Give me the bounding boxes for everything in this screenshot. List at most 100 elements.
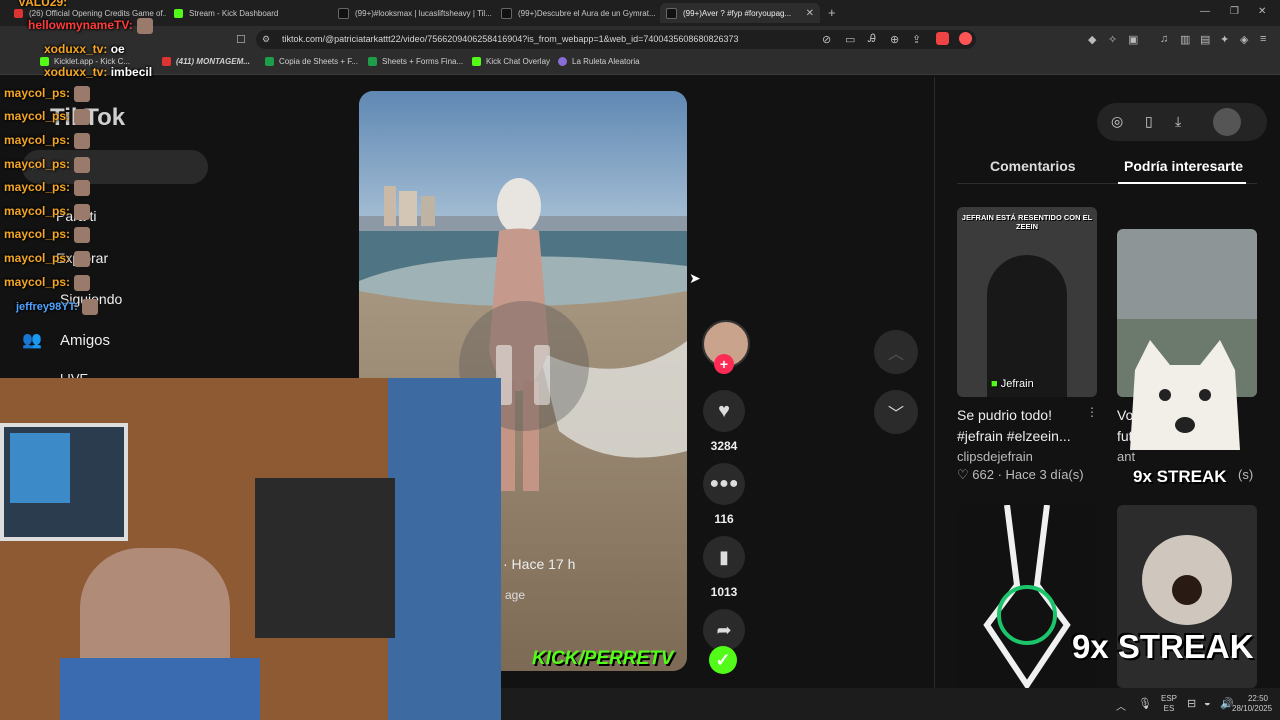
tv-screen (10, 433, 70, 503)
pop-cat-overlay (1120, 340, 1250, 465)
tab-label: (99+)Descubre el Aura de un Gymrat... (518, 8, 655, 18)
emote-icon (74, 251, 91, 267)
emote-icon (74, 204, 91, 220)
sidebar-item-amigos[interactable]: Amigos (60, 332, 110, 349)
tab-active[interactable]: (99+)Aver ? #fyp #foryoupag... ✕ (660, 3, 820, 23)
extension-icon[interactable]: ◆ (1088, 33, 1096, 46)
music-icon[interactable]: ♫ (1160, 33, 1168, 45)
video-card-thumb[interactable]: JEFRAIN ESTÁ RESENTIDO CON EL ZEEIN ■ Je… (957, 207, 1097, 397)
site-info-icon[interactable]: ⚙ (262, 34, 270, 45)
chevron-up-icon: ︿ (887, 346, 904, 363)
brave-shield-icon[interactable] (936, 32, 949, 45)
no-track-icon[interactable]: ⊘ (822, 33, 831, 46)
webcam-clothes (255, 478, 395, 638)
friends-icon: 👥 (22, 332, 42, 349)
thumb-caption: JEFRAIN ESTÁ RESENTIDO CON EL ZEEIN (961, 213, 1093, 231)
like-count: 3284 (710, 439, 738, 453)
tiktok-icon (501, 7, 512, 19)
streak-small: 9x STREAK (1133, 467, 1227, 486)
minimize-icon[interactable]: — (1200, 6, 1210, 17)
zoom-icon[interactable]: ⊕ (890, 33, 899, 46)
tray-chevron-icon[interactable]: ︿ (1116, 698, 1126, 713)
next-video-button[interactable]: ﹀ (874, 390, 918, 434)
comment-button[interactable]: ●●● (703, 463, 745, 505)
verified-check-icon: ✓ (709, 646, 737, 674)
tab-2[interactable]: Stream - Kick Dashboard (168, 3, 328, 23)
profile-avatar[interactable] (1213, 108, 1241, 136)
comment-icon: ●●● (709, 475, 739, 492)
kick-badge-icon: ■ (991, 378, 998, 390)
emote-icon (74, 157, 91, 173)
download-icon[interactable]: ⤓ (1175, 113, 1181, 130)
tiktok-icon (666, 7, 677, 19)
restore-icon[interactable]: ❐ (1230, 6, 1239, 17)
chat-message: maycol_ps: (4, 180, 91, 196)
network-icon[interactable]: ⊟ (1187, 697, 1196, 710)
tab-comentarios[interactable]: Comentarios (990, 158, 1076, 174)
chat-message: maycol_ps: (4, 227, 91, 243)
emote-icon (74, 227, 91, 243)
video-tag[interactable]: age (505, 588, 525, 602)
close-window-icon[interactable]: ✕ (1258, 6, 1266, 17)
mouse-cursor-icon: ➤ (689, 270, 701, 286)
video-card-meta: ♡ 662 · Hace 3 día(s) (957, 467, 1084, 482)
bookmark-6[interactable]: La Ruleta Aleatoria (558, 57, 640, 66)
shield-icon[interactable]: ◈ (1240, 33, 1248, 46)
webcam-blue-wall (388, 378, 501, 720)
video-time: · Hace 17 h (503, 556, 576, 572)
kick-icon (174, 8, 183, 18)
wifi-icon[interactable]: ◒ (1204, 697, 1211, 709)
bookmark-4[interactable]: Sheets + Forms Fina... (368, 57, 463, 66)
new-tab-button[interactable]: + (828, 5, 836, 20)
pause-icon (534, 345, 550, 405)
video-card-title[interactable]: Se pudrio todo! #jefrain #elzeein... (957, 405, 1087, 447)
clock[interactable]: 22:50 28/10/2025 (1232, 694, 1272, 714)
tab-3[interactable]: (99+)#looksmax | lucasliftsheavy | Til..… (332, 3, 492, 23)
save-count: 1013 (710, 585, 738, 599)
screen-icon[interactable]: ▭ (845, 33, 855, 46)
tab-podria-interesarte[interactable]: Podría interesarte (1124, 158, 1243, 174)
mic-icon[interactable]: 🎙 (1138, 697, 1152, 710)
tiktok-icon (338, 7, 349, 19)
chat-message: VALU29: (18, 0, 68, 9)
more-options-icon[interactable]: ⋮ (1086, 405, 1098, 419)
bookmark-2[interactable]: (411) MONTAGEM... (162, 57, 250, 66)
save-button[interactable]: ▮ (703, 536, 745, 578)
chat-message: maycol_ps: (4, 109, 91, 125)
tab-4[interactable]: (99+)Descubre el Aura de un Gymrat... (495, 3, 655, 23)
emote-icon (74, 180, 91, 196)
phone-icon[interactable]: ▯ (1145, 113, 1153, 130)
sidebar-icon[interactable]: ▥ (1180, 33, 1190, 46)
emote-icon (81, 299, 98, 315)
share-button[interactable]: ➦ (703, 609, 745, 651)
coin-icon[interactable]: ◎ (1111, 113, 1123, 130)
bookmark-save-icon: ▮ (719, 546, 729, 567)
bookmark-3[interactable]: Copia de Sheets + F... (265, 57, 358, 66)
bookmark-icon[interactable]: ☐ (236, 33, 246, 46)
wallet-icon[interactable]: ▣ (1128, 33, 1138, 46)
kick-brand: KICK/PERRETV (532, 648, 674, 669)
emote-icon (74, 275, 91, 291)
bookmark-5[interactable]: Kick Chat Overlay (472, 57, 550, 66)
close-tab-icon[interactable]: ✕ (806, 8, 814, 19)
ai-icon[interactable]: ✦ (1220, 33, 1229, 46)
chat-message: jeffrey98YT: (16, 299, 98, 315)
share-icon[interactable]: ⇪ (912, 33, 921, 46)
tab-label: (26) Official Opening Credits Game of... (29, 8, 166, 18)
video-card-author[interactable]: clipsdejefrain (957, 449, 1033, 464)
wallet2-icon[interactable]: ▤ (1200, 33, 1210, 46)
chat-message: xoduxx_tv: imbecil (44, 65, 153, 79)
like-button[interactable]: ♥ (703, 390, 745, 432)
follow-plus-icon[interactable]: + (714, 354, 734, 374)
rewards-icon[interactable] (959, 32, 972, 45)
prev-video-button[interactable]: ︿ (874, 330, 918, 374)
comment-count: 116 (714, 512, 734, 526)
language-indicator[interactable]: ESP ES (1161, 694, 1177, 714)
puzzle-icon[interactable]: ✧ (1108, 33, 1117, 46)
menu-icon[interactable]: ≡ (1260, 33, 1266, 45)
chat-message: hellowmynameTV: (28, 18, 153, 34)
translate-icon[interactable]: Ꭿ (868, 33, 876, 46)
chat-message: maycol_ps: (4, 133, 91, 149)
webcam-overlay (0, 378, 501, 720)
heart-outline-icon: ♡ (957, 467, 969, 482)
